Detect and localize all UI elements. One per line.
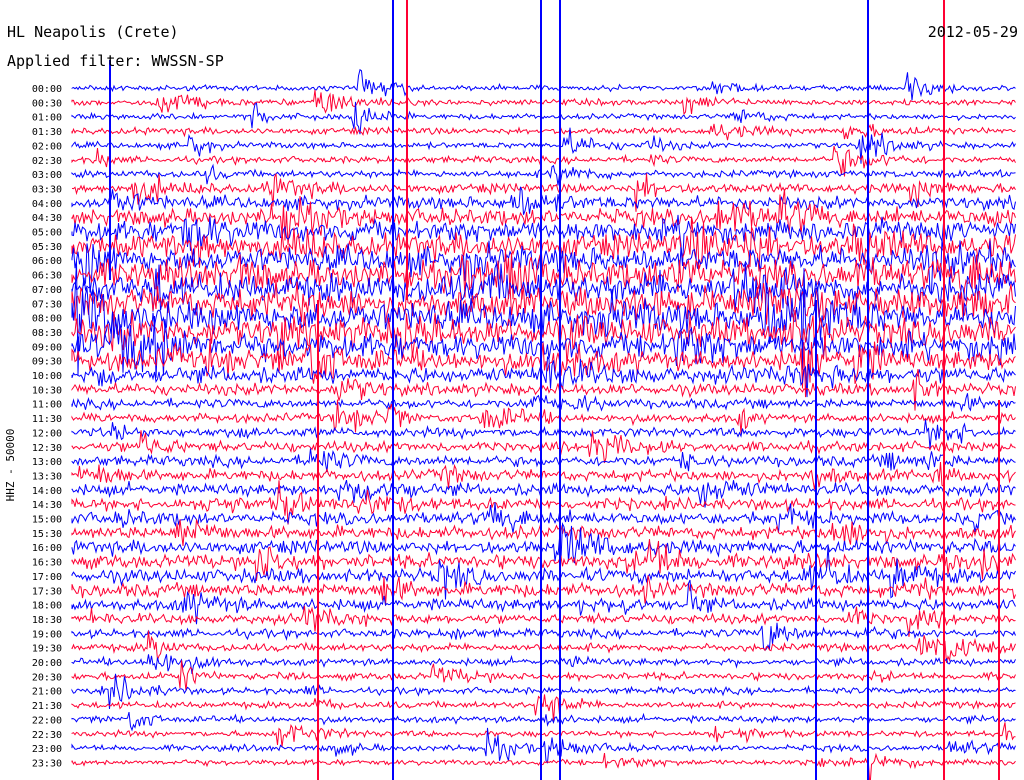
row-time-label: 17:00	[32, 572, 62, 583]
row-time-label: 03:00	[32, 170, 62, 181]
row-time-label: 20:30	[32, 672, 62, 683]
row-time-label: 21:00	[32, 687, 62, 698]
row-time-label: 05:30	[32, 242, 62, 253]
row-time-label: 14:30	[32, 500, 62, 511]
row-time-label: 09:00	[32, 342, 62, 353]
row-time-label: 16:00	[32, 543, 62, 554]
row-time-label: 02:00	[32, 141, 62, 152]
row-time-label: 02:30	[32, 156, 62, 167]
row-time-label: 11:30	[32, 414, 62, 425]
row-time-label: 13:30	[32, 471, 62, 482]
row-time-label: 22:30	[32, 730, 62, 741]
row-time-label: 12:00	[32, 428, 62, 439]
row-time-label: 04:00	[32, 199, 62, 210]
row-time-label: 01:30	[32, 127, 62, 138]
helicorder-plot: 00:00 00:30 01:00 01:30 02:00 02:30 03:00 03:30…	[0, 0, 1024, 780]
row-time-label: 10:00	[32, 371, 62, 382]
row-time-label: 18:30	[32, 615, 62, 626]
row-time-label: 15:00	[32, 515, 62, 526]
date-label: 2012-05-29	[928, 23, 1018, 41]
row-time-label: 06:30	[32, 271, 62, 282]
row-time-label: 23:30	[32, 758, 62, 769]
row-time-label: 17:30	[32, 586, 62, 597]
row-time-label: 06:00	[32, 256, 62, 267]
row-time-label: 15:30	[32, 529, 62, 540]
filter-label: Applied filter: WWSSN-SP	[7, 52, 224, 70]
row-time-label: 16:30	[32, 558, 62, 569]
row-time-label: 05:00	[32, 228, 62, 239]
row-time-label: 08:00	[32, 314, 62, 325]
row-time-label: 01:00	[32, 113, 62, 124]
row-time-label: 00:30	[32, 98, 62, 109]
row-time-label: 22:00	[32, 715, 62, 726]
row-time-label: 03:30	[32, 184, 62, 195]
row-time-label: 04:30	[32, 213, 62, 224]
row-time-label: 10:30	[32, 385, 62, 396]
row-time-label: 21:30	[32, 701, 62, 712]
row-time-label: 23:00	[32, 744, 62, 755]
channel-scale-label: HHZ - 50000	[4, 429, 17, 502]
row-time-label: 19:00	[32, 629, 62, 640]
row-time-label: 12:30	[32, 443, 62, 454]
row-time-label: 07:00	[32, 285, 62, 296]
row-time-label: 14:00	[32, 486, 62, 497]
row-time-label: 07:30	[32, 299, 62, 310]
row-time-label: 13:00	[32, 457, 62, 468]
row-time-label: 08:30	[32, 328, 62, 339]
row-time-label: 00:00	[32, 84, 62, 95]
row-time-label: 19:30	[32, 644, 62, 655]
row-time-label: 20:00	[32, 658, 62, 669]
station-title: HL Neapolis (Crete)	[7, 23, 179, 41]
row-time-label: 11:00	[32, 400, 62, 411]
row-time-label: 09:30	[32, 357, 62, 368]
row-time-label: 18:00	[32, 601, 62, 612]
